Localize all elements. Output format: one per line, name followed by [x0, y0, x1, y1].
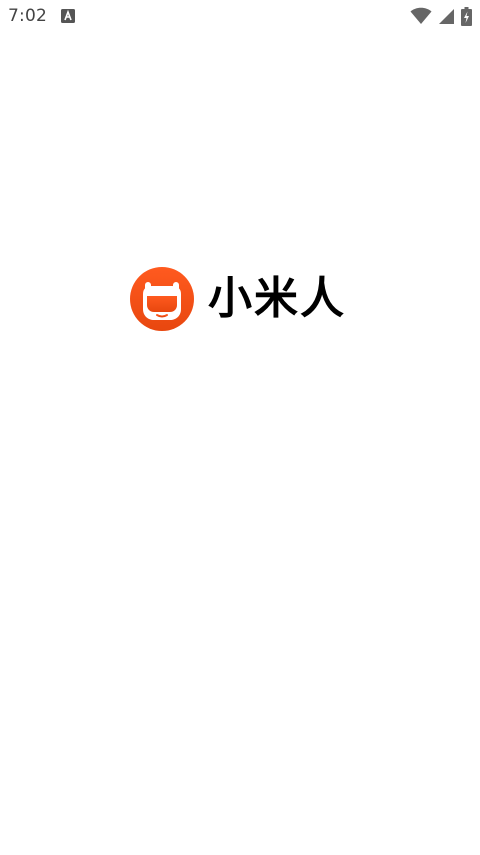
splash-screen: 7:02 小米人: [0, 0, 480, 855]
status-bar: 7:02: [0, 0, 480, 32]
keyboard-a-icon: [61, 9, 75, 23]
status-time: 7:02: [8, 6, 47, 26]
cell-signal-icon: [439, 9, 454, 24]
status-icons: [410, 6, 472, 26]
mi-bunny-logo-icon: [130, 267, 194, 331]
app-name: 小米人: [208, 273, 346, 324]
wifi-icon: [410, 7, 432, 24]
battery-charging-icon: [461, 6, 472, 26]
splash-branding: 小米人: [130, 266, 346, 332]
